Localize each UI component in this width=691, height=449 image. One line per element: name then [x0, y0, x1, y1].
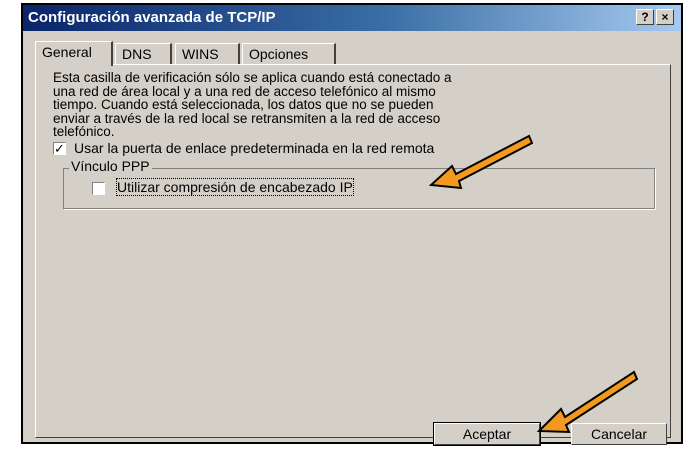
description-line: telefónico.: [53, 124, 115, 139]
tab-dns[interactable]: DNS: [115, 43, 172, 65]
tab-opciones[interactable]: Opciones: [242, 43, 336, 65]
tab-general[interactable]: General: [35, 41, 113, 66]
ok-button[interactable]: Aceptar: [433, 422, 541, 446]
gateway-checkbox-label[interactable]: Usar la puerta de enlace predeterminada …: [74, 140, 434, 156]
description-line: una red de área local y a una red de acc…: [53, 83, 436, 99]
description-line: tiempo. Cuando está seleccionada, los da…: [53, 97, 434, 112]
arrow-icon: [536, 370, 639, 434]
compression-checkbox[interactable]: [92, 182, 105, 195]
help-button[interactable]: ?: [636, 9, 654, 25]
window-title: Configuración avanzada de TCP/IP: [28, 9, 276, 26]
description-text: Esta casilla de verificación sólo se apl…: [53, 71, 628, 139]
title-bar: Configuración avanzada de TCP/IP ? ×: [23, 5, 681, 31]
ppp-group-title: Vínculo PPP: [69, 158, 152, 174]
arrow-icon: [429, 134, 533, 190]
compression-checkbox-label[interactable]: Utilizar compresión de encabezado IP: [116, 178, 354, 196]
tcpip-dialog: Configuración avanzada de TCP/IP ? × Gen…: [21, 3, 683, 446]
close-button[interactable]: ×: [656, 9, 674, 25]
tab-wins[interactable]: WINS: [175, 43, 240, 65]
description-line: enviar a través de la red local se retra…: [53, 110, 441, 126]
description-line: Esta casilla de verificación sólo se apl…: [53, 70, 452, 85]
gateway-checkbox[interactable]: ✓: [53, 142, 66, 155]
